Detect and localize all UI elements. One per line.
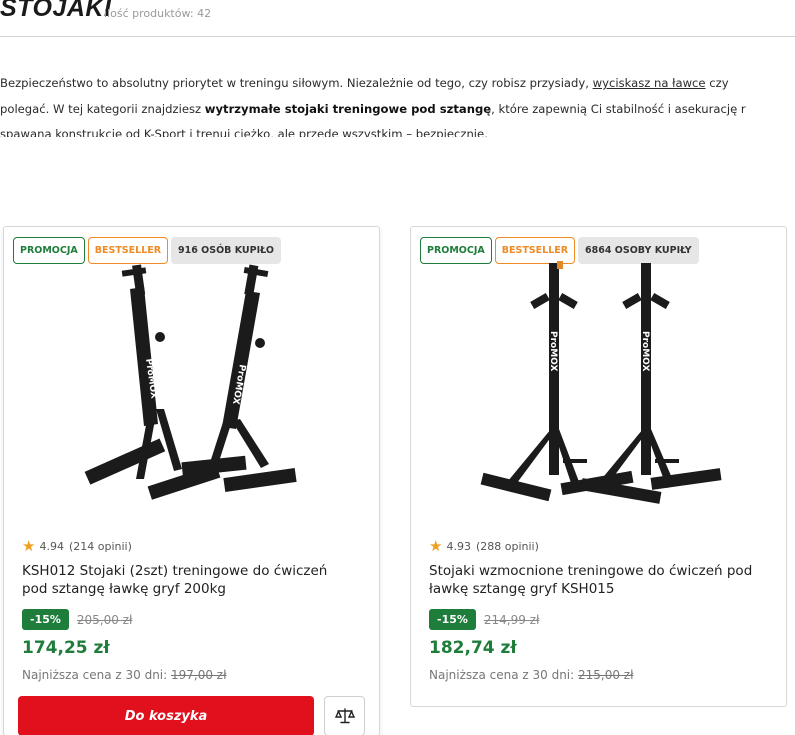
scale-compare-icon <box>334 708 355 724</box>
lowest-price-value: 197,00 zł <box>171 668 227 682</box>
brand-mark: ProMOX <box>640 331 650 372</box>
discount-badge: -15% <box>22 609 69 630</box>
product-card[interactable]: PROMOCJA BESTSELLER 6864 OSOBY KUPIŁY Pr <box>410 226 787 707</box>
bench-press-link[interactable]: wyciskasz na ławce <box>593 76 706 90</box>
discount-badge: -15% <box>429 609 476 630</box>
lowest-price-label: Najniższa cena z 30 dni: <box>22 668 171 682</box>
star-icon: ★ <box>429 537 443 555</box>
lowest-price-label: Najniższa cena z 30 dni: <box>429 668 578 682</box>
description-line-2: polegać. W tej kategorii znajdziesz wytr… <box>0 97 795 123</box>
category-header: STOJAKI ilość produktów: 42 <box>0 0 795 37</box>
discount-row: -15% 214,99 zł <box>429 609 539 630</box>
description-text: , które zapewnią Ci stabilność i asekura… <box>491 101 746 116</box>
description-line-3: spawaną konstrukcję od K-Sport i trenuj … <box>0 127 488 137</box>
star-icon: ★ <box>22 537 36 555</box>
rating: ★ 4.93 (288 opinii) <box>429 537 539 555</box>
lowest-price-value: 215,00 zł <box>578 668 634 682</box>
lowest-price-30-days: Najniższa cena z 30 dni: 197,00 zł <box>22 668 227 682</box>
description-text: polegać. W tej kategorii znajdziesz <box>0 101 205 116</box>
current-price: 182,74 zł <box>429 638 517 658</box>
current-price: 174,25 zł <box>22 638 110 658</box>
category-title: STOJAKI <box>0 0 112 22</box>
review-count[interactable]: (214 opinii) <box>69 540 132 553</box>
compare-button[interactable] <box>324 696 365 735</box>
rating-score: 4.94 <box>39 539 64 553</box>
rating: ★ 4.94 (214 opinii) <box>22 537 132 555</box>
brand-mark: ProMOX <box>548 331 558 372</box>
product-image[interactable]: ProMOX ProMOX <box>64 259 324 514</box>
discount-row: -15% 205,00 zł <box>22 609 132 630</box>
product-card[interactable]: PROMOCJA BESTSELLER 916 OSÓB KUPIŁO ProM… <box>3 226 380 735</box>
description-line-1: Bezpieczeństwo to absolutny priorytet w … <box>0 71 795 97</box>
product-image[interactable]: ProMOX ProMOX <box>471 259 731 514</box>
lowest-price-30-days: Najniższa cena z 30 dni: 215,00 zł <box>429 668 634 682</box>
product-name[interactable]: KSH012 Stojaki (2szt) treningowe do ćwic… <box>22 562 352 598</box>
description-bold-text: wytrzymałe stojaki treningowe pod sztang… <box>204 101 492 116</box>
old-price: 214,99 zł <box>483 612 540 627</box>
product-name[interactable]: Stojaki wzmocnione treningowe do ćwiczeń… <box>429 562 759 598</box>
product-count: ilość produktów: 42 <box>104 7 212 20</box>
add-to-cart-button[interactable]: Do koszyka <box>18 696 314 735</box>
description-text: czy <box>705 76 729 90</box>
description-text: Bezpieczeństwo to absolutny priorytet w … <box>0 76 593 90</box>
rating-score: 4.93 <box>446 539 471 553</box>
review-count[interactable]: (288 opinii) <box>476 540 539 553</box>
category-description: Bezpieczeństwo to absolutny priorytet w … <box>0 71 795 137</box>
old-price: 205,00 zł <box>76 612 133 627</box>
